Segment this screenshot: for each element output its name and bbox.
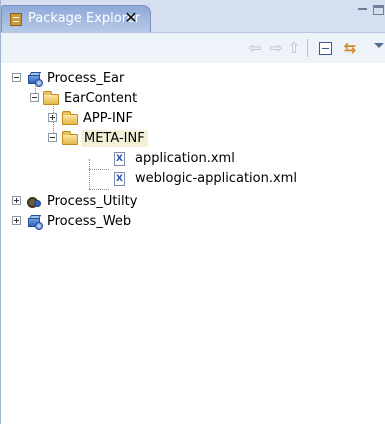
tree-connector xyxy=(89,189,109,191)
expand-toggle-icon[interactable] xyxy=(12,196,21,205)
expand-toggle-icon[interactable] xyxy=(48,113,57,122)
tree-item-label: APP-INF xyxy=(83,111,134,126)
view-tab-strip: Package Explorer ✕ xyxy=(1,0,385,33)
expand-toggle-icon[interactable] xyxy=(12,216,21,225)
tree-item-label: EarContent xyxy=(64,91,138,106)
maximize-icon[interactable] xyxy=(373,5,384,15)
xml-file-icon: X xyxy=(111,151,129,166)
tree-item-process-utilty[interactable]: Process_Utilty xyxy=(1,192,161,212)
tree-item-label: Process_Ear xyxy=(47,71,125,86)
back-arrow-icon[interactable]: ⇦ xyxy=(246,39,264,57)
package-explorer-view: Package Explorer ✕ ⇦ ⇨ ⇧ ⇆ Process_Ear E… xyxy=(0,0,385,424)
tree-item-earcontent[interactable]: EarContent xyxy=(1,89,161,109)
tree-item-process-web[interactable]: Process_Web xyxy=(1,212,161,232)
folder-icon xyxy=(43,91,61,106)
package-explorer-icon xyxy=(10,13,22,26)
folder-icon xyxy=(62,131,80,146)
forward-arrow-icon[interactable]: ⇨ xyxy=(267,39,285,57)
view-toolbar: ⇦ ⇨ ⇧ ⇆ xyxy=(1,33,385,63)
tree-item-application-xml[interactable]: X application.xml xyxy=(1,149,241,169)
ear-project-icon xyxy=(26,71,44,87)
tree-item-weblogic-application-xml[interactable]: X weblogic-application.xml xyxy=(1,169,321,189)
collapse-all-icon[interactable] xyxy=(319,42,332,55)
package-explorer-tab[interactable]: Package Explorer ✕ xyxy=(1,5,151,32)
tree-item-label: Process_Web xyxy=(47,214,132,229)
tree-item-label: META-INF xyxy=(81,130,148,147)
up-icon[interactable]: ⇧ xyxy=(285,39,303,57)
xml-file-icon: X xyxy=(111,171,129,186)
utility-project-icon xyxy=(26,194,44,209)
tree-item-process-ear[interactable]: Process_Ear xyxy=(1,69,141,89)
tree-item-app-inf[interactable]: APP-INF xyxy=(1,109,161,129)
link-with-editor-icon[interactable]: ⇆ xyxy=(341,39,359,57)
tree-item-label: application.xml xyxy=(135,151,235,166)
collapse-toggle-icon[interactable] xyxy=(30,93,39,102)
project-tree: Process_Ear EarContent APP-INF META-INF … xyxy=(1,63,385,424)
view-menu-icon[interactable] xyxy=(374,43,384,48)
collapse-toggle-icon[interactable] xyxy=(12,73,21,82)
tree-item-label: weblogic-application.xml xyxy=(135,171,297,186)
minimize-icon[interactable] xyxy=(358,8,367,13)
collapse-toggle-icon[interactable] xyxy=(48,133,57,142)
toolbar-separator xyxy=(307,39,308,57)
close-icon[interactable]: ✕ xyxy=(122,9,140,27)
folder-icon xyxy=(62,111,80,126)
tree-item-label: Process_Utilty xyxy=(47,194,138,209)
tree-item-meta-inf[interactable]: META-INF xyxy=(1,129,181,149)
web-project-icon xyxy=(26,214,44,230)
